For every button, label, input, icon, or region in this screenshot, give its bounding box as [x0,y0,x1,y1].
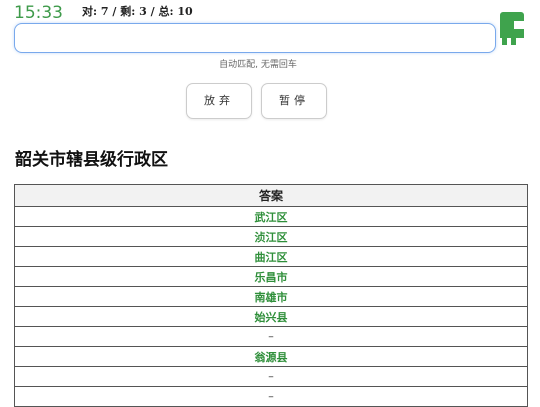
answer-cell: 武江区 [14,206,528,227]
answer-cell: 始兴县 [14,306,528,327]
score-counter: 对: 7 / 剩: 3 / 总: 10 [82,5,193,18]
answer-cell: 曲江区 [14,246,528,267]
answer-cell: 乐昌市 [14,266,528,287]
table-row: 浈江区 [14,226,528,247]
table-row: – [14,366,528,387]
answer-input[interactable] [14,23,496,53]
answer-cell: 南雄市 [14,286,528,307]
table-row: 乐昌市 [14,266,528,287]
answers-table: 答案 武江区 浈江区 曲江区 乐昌市 南雄市 始兴县 – 翁源县 – – [14,184,528,407]
table-row: 翁源县 [14,346,528,367]
quiz-title: 韶关市辖县级行政区 [15,150,168,170]
table-row: 南雄市 [14,286,528,307]
answer-cell: 翁源县 [14,346,528,367]
input-hint: 自动匹配, 无需回车 [219,60,297,70]
answer-cell: – [14,366,528,387]
answer-cell: – [14,326,528,347]
answers-header: 答案 [14,184,528,207]
table-row: – [14,326,528,347]
side-icon[interactable] [500,12,524,45]
table-row: 曲江区 [14,246,528,267]
timer: 15:33 [14,3,63,23]
answer-cell: 浈江区 [14,226,528,247]
table-row: – [14,386,528,407]
give-up-button[interactable]: 放弃 [186,83,252,119]
pause-button[interactable]: 暂停 [261,83,327,119]
table-row: 武江区 [14,206,528,227]
answer-cell: – [14,386,528,407]
table-row: 始兴县 [14,306,528,327]
